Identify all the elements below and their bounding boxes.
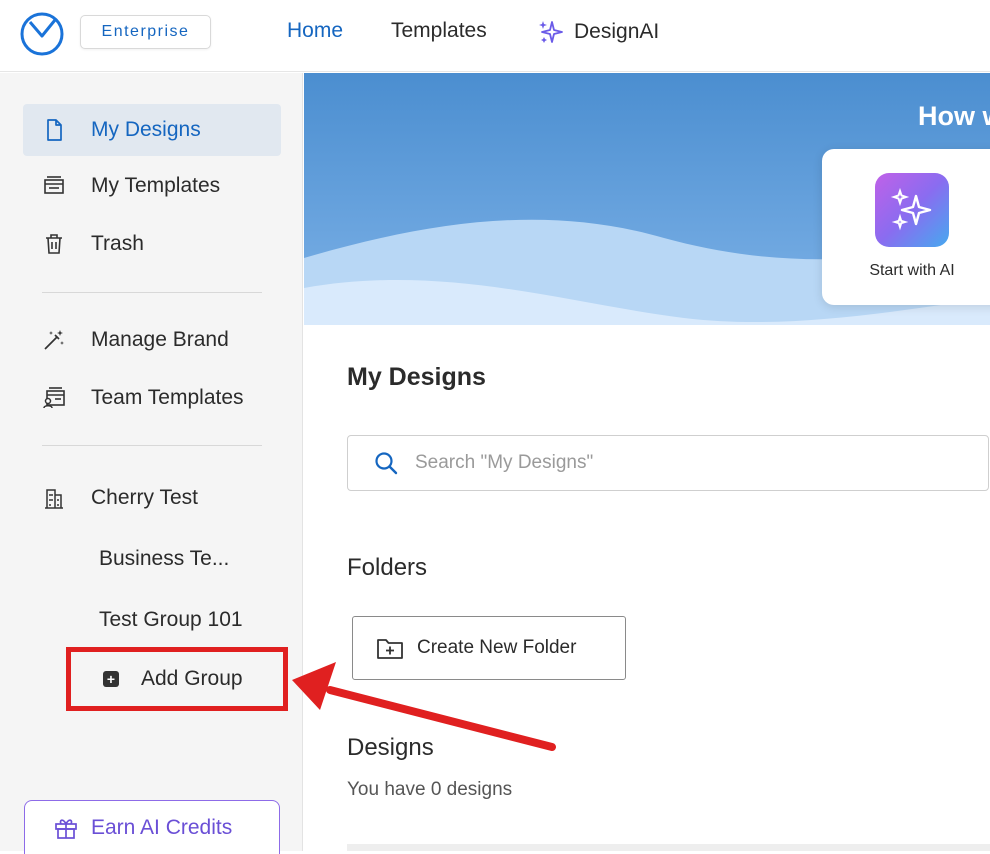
sidebar: My Designs My Templates Trash Manage Bra… xyxy=(0,73,303,854)
earn-ai-credits-label: Earn AI Credits xyxy=(91,815,233,839)
top-bar: Enterprise Home Templates DesignAI xyxy=(0,0,990,72)
trash-icon xyxy=(39,229,69,259)
create-folder-button[interactable]: Create New Folder xyxy=(352,616,626,680)
gift-icon xyxy=(55,818,77,839)
add-group-label: Add Group xyxy=(141,667,243,690)
folder-plus-icon xyxy=(377,639,403,659)
designs-grid-top xyxy=(347,844,990,851)
designs-count: You have 0 designs xyxy=(347,779,513,800)
sidebar-item-my-designs[interactable]: My Designs xyxy=(23,104,281,156)
sidebar-item-label: Manage Brand xyxy=(91,328,229,351)
search-input[interactable] xyxy=(413,451,957,475)
ai-sparkle-icon xyxy=(875,173,949,247)
designs-heading: Designs xyxy=(347,734,434,761)
sidebar-item-cherry-test[interactable]: Cherry Test xyxy=(23,472,281,524)
templates-icon xyxy=(39,171,69,201)
building-icon xyxy=(39,483,69,513)
sidebar-item-label: Team Templates xyxy=(91,386,244,409)
sidebar-item-label: Cherry Test xyxy=(91,486,198,509)
search-icon xyxy=(375,452,398,475)
create-folder-label: Create New Folder xyxy=(417,637,577,658)
main-content: How w Start with AI My Designs Folders C… xyxy=(304,73,990,851)
add-group-button[interactable]: + Add Group xyxy=(66,647,288,711)
sparkle-icon xyxy=(539,21,563,43)
enterprise-badge: Enterprise xyxy=(80,15,211,49)
sidebar-item-label: Trash xyxy=(91,232,144,255)
earn-ai-credits-button[interactable]: Earn AI Credits xyxy=(24,800,280,854)
nav-templates[interactable]: Templates xyxy=(391,19,487,43)
page-title: My Designs xyxy=(347,363,486,391)
sidebar-item-label: My Designs xyxy=(91,118,201,141)
start-with-ai-card[interactable]: Start with AI xyxy=(822,149,990,305)
magic-wand-icon xyxy=(39,325,69,355)
document-icon xyxy=(39,115,69,145)
sidebar-item-my-templates[interactable]: My Templates xyxy=(23,160,281,212)
sidebar-item-team-templates[interactable]: Team Templates xyxy=(23,372,281,424)
nav-design-ai-label: DesignAI xyxy=(574,20,660,43)
sidebar-divider xyxy=(42,445,262,446)
start-with-ai-label: Start with AI xyxy=(869,262,955,279)
sidebar-group-test-101[interactable]: Test Group 101 xyxy=(99,608,243,632)
sidebar-item-manage-brand[interactable]: Manage Brand xyxy=(23,314,281,366)
plus-icon: + xyxy=(103,671,119,687)
nav-design-ai[interactable]: DesignAI xyxy=(538,19,659,45)
search-box[interactable] xyxy=(347,435,989,491)
sidebar-item-label: My Templates xyxy=(91,174,221,197)
hero-title: How w xyxy=(918,101,990,131)
folders-heading: Folders xyxy=(347,554,428,581)
sidebar-divider xyxy=(42,292,262,293)
sidebar-group-business[interactable]: Business Te... xyxy=(99,547,229,571)
sidebar-item-trash[interactable]: Trash xyxy=(23,218,281,270)
logo-icon[interactable] xyxy=(18,12,66,56)
nav-home[interactable]: Home xyxy=(287,19,343,43)
team-templates-icon xyxy=(39,383,69,413)
